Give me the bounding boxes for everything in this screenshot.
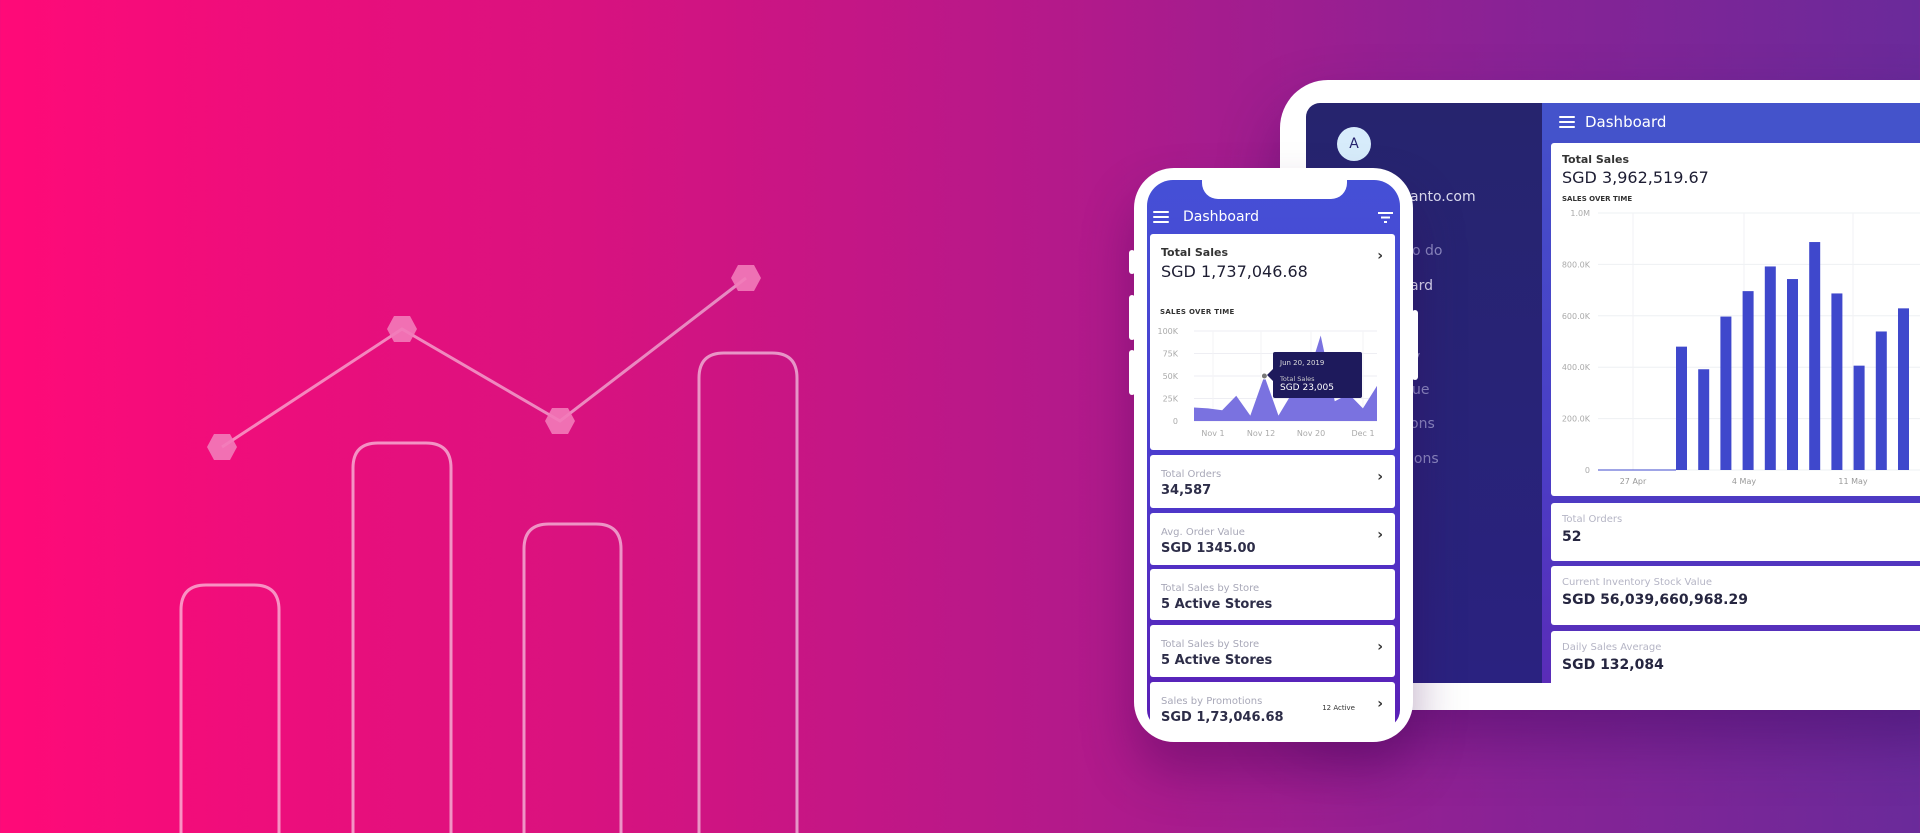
page-title: Dashboard (1585, 112, 1667, 131)
y-tick-label: 600.0K (1562, 312, 1591, 321)
y-tick-label: 100K (1157, 327, 1178, 336)
bar (1809, 242, 1821, 470)
y-tick-label: 200.0K (1562, 415, 1591, 424)
bar (1831, 293, 1843, 470)
bar (1720, 316, 1732, 470)
decorative-line (221, 276, 747, 449)
bar (1676, 346, 1687, 470)
bar (1742, 291, 1754, 470)
bar (1875, 331, 1887, 470)
phone-side-button (1412, 310, 1418, 380)
sidebar-user-email: anto.com (1410, 189, 1476, 205)
bar (1698, 369, 1710, 470)
y-tick-label: 0 (1173, 417, 1178, 426)
x-tick-label: Nov 20 (1297, 429, 1325, 438)
card-value: 5 Active Stores (1161, 597, 1273, 612)
card-label: Avg. Order Value (1161, 527, 1245, 538)
phone-side-button (1129, 250, 1135, 274)
avatar[interactable]: A (1337, 127, 1371, 161)
sidebar-item[interactable]: ons (1410, 416, 1435, 432)
hamburger-icon[interactable] (1153, 211, 1169, 223)
hamburger-icon[interactable] (1559, 115, 1575, 128)
page-title: Dashboard (1183, 209, 1259, 225)
metric-card[interactable]: Avg. Order Value SGD 1345.00 › (1150, 513, 1395, 565)
card-value: SGD 56,039,660,968.29 (1562, 592, 1748, 608)
chevron-right-icon[interactable]: › (1377, 639, 1383, 655)
decorative-bar (351, 441, 453, 833)
card-label: Sales by Promotions (1161, 696, 1263, 707)
card-value: 5 Active Stores (1161, 653, 1273, 668)
card-value: SGD 132,084 (1562, 657, 1664, 673)
card-value: 34,587 (1161, 483, 1212, 498)
decorative-bar (522, 522, 623, 833)
card-value: SGD 1,73,046.68 (1161, 710, 1284, 725)
bar (1787, 279, 1798, 470)
tooltip-date: Jun 20, 2019 (1280, 359, 1325, 367)
chevron-right-icon[interactable]: › (1377, 469, 1383, 485)
y-tick-label: 800.0K (1562, 260, 1591, 269)
sidebar-item[interactable]: ions (1410, 451, 1439, 467)
card-label: Total Sales by Store (1161, 583, 1260, 594)
y-tick-label: 1.0M (1570, 209, 1590, 218)
bar (1898, 308, 1909, 470)
y-tick-label: 25K (1163, 395, 1179, 404)
y-tick-label: 50K (1163, 372, 1179, 381)
x-tick-label: 11 May (1838, 477, 1868, 486)
tooltip-value: SGD 23,005 (1280, 383, 1334, 393)
metric-card[interactable]: Total Orders 34,587 › (1150, 455, 1395, 508)
sales-bar-chart: 1.0M 800.0K 600.0K 400.0K 200.0K 0 27 Apr 4 May… (1562, 209, 1920, 486)
card-value: SGD 1345.00 (1161, 541, 1256, 556)
card-label: Current Inventory Stock Value (1562, 577, 1712, 588)
decorative-bar (697, 351, 799, 833)
phone-side-button (1129, 295, 1135, 340)
y-tick-label: 400.0K (1562, 363, 1591, 372)
filter-icon[interactable] (1378, 212, 1393, 223)
card-label: Total Orders (1161, 469, 1222, 480)
card-label: Total Orders (1562, 514, 1623, 525)
sidebar-item-dashboard[interactable]: ard (1410, 278, 1433, 294)
x-tick-label: Dec 1 (1351, 429, 1374, 438)
x-tick-label: 4 May (1732, 477, 1756, 486)
chevron-right-icon[interactable]: › (1377, 527, 1383, 543)
phone-side-button (1129, 350, 1135, 395)
card-label: Total Sales by Store (1161, 639, 1260, 650)
x-tick-label: Nov 12 (1247, 429, 1275, 438)
y-tick-label: 75K (1163, 350, 1179, 359)
hexagon-marker (207, 434, 237, 460)
sales-area-chart: 100K 75K 50K 25K 0 Nov 1 Nov 12 Nov 20 Dec 1 (1157, 327, 1377, 438)
active-badge: 12 Active (1322, 704, 1355, 712)
phone-notch (1202, 172, 1347, 199)
tablet-header: Dashboard (1542, 103, 1920, 140)
chart-tooltip: Jun 20, 2019 Total Sales SGD 23,005 (1267, 352, 1362, 398)
bar (1764, 266, 1776, 470)
bar (1853, 365, 1865, 470)
total-orders-card[interactable]: Total Orders 52 (1551, 503, 1920, 561)
metric-card[interactable]: Total Sales by Store 5 Active Stores (1150, 569, 1395, 620)
x-tick-label: Nov 1 (1201, 429, 1224, 438)
hexagon-marker (387, 316, 417, 342)
metric-card[interactable]: Sales by Promotions SGD 1,73,046.68 12 Ac… (1150, 682, 1395, 728)
tooltip-label: Total Sales (1280, 375, 1315, 383)
daily-sales-average-card[interactable]: Daily Sales Average SGD 132,084 (1551, 631, 1920, 683)
sidebar-item[interactable]: o do (1412, 243, 1442, 259)
sidebar-item[interactable]: ue (1412, 382, 1430, 398)
card-label: Daily Sales Average (1562, 642, 1662, 653)
inventory-value-card[interactable]: Current Inventory Stock Value SGD 56,039… (1551, 566, 1920, 625)
phone-header: Dashboard (1147, 202, 1400, 232)
decorative-bar (179, 583, 281, 833)
chevron-right-icon[interactable]: › (1377, 696, 1383, 712)
metric-card[interactable]: Total Sales by Store 5 Active Stores › (1150, 625, 1395, 677)
card-value: 52 (1562, 529, 1582, 545)
y-tick-label: 0 (1585, 466, 1590, 475)
x-tick-label: 27 Apr (1620, 477, 1647, 486)
